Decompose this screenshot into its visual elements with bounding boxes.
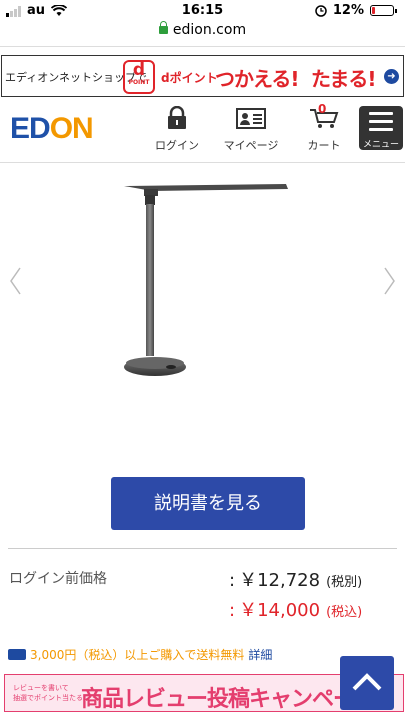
alarm-icon [315, 4, 327, 17]
mypage-link[interactable]: マイページ [220, 106, 282, 153]
banner-earn-text: たまる! [311, 67, 377, 91]
price-colon: : [229, 600, 236, 621]
status-right: 12% [315, 3, 397, 18]
status-bar: au 16:15 12% [0, 0, 405, 22]
back-to-top-button[interactable] [340, 656, 394, 710]
price-label: ログイン前価格 [9, 571, 107, 587]
cart-count: 0 [318, 102, 327, 116]
dpoint-logo-d: d [132, 60, 146, 80]
login-link[interactable]: ログイン [152, 105, 202, 153]
logo-ed: ED [10, 112, 51, 145]
lock-icon [158, 21, 168, 34]
price-ex-tax: ￥12,728 [239, 570, 321, 591]
shipping-text: 3,000円（税込）以上ご購入で送料無料 [30, 648, 245, 662]
truck-icon [8, 649, 26, 660]
banner-use-text: つかえる! [215, 67, 300, 91]
menu-button[interactable]: メニュー [359, 106, 403, 150]
menu-label: メニュー [362, 140, 399, 150]
dpoint-banner[interactable]: エディオンネットショップで d POINT dポイント つかえる! たまる! ➜ [1, 55, 404, 97]
mypage-card-icon [236, 108, 266, 129]
free-shipping-notice: 3,000円（税込）以上ご購入で送料無料 詳細 [8, 646, 272, 663]
view-manual-button[interactable]: 説明書を見る [111, 477, 305, 530]
login-label: ログイン [155, 139, 199, 152]
price-in-tax: ￥14,000 [239, 600, 321, 621]
arrow-up-icon [352, 673, 382, 691]
review-small-text: レビューを書いて 抽選でポイント当たる [13, 683, 83, 703]
price-in-tax-note: (税込) [326, 605, 363, 620]
review-small-line2: 抽選でポイント当たる [13, 694, 83, 702]
cart-link[interactable]: 0 カート [302, 102, 346, 153]
banner-dpoint-text: dポイント [161, 71, 218, 85]
product-image [124, 184, 288, 376]
dpoint-logo-text: POINT [128, 79, 150, 86]
header-divider [0, 162, 405, 163]
price-colon: : [229, 570, 236, 591]
price-ex-tax-row: : ￥12,728 (税別) [229, 566, 362, 592]
shipping-detail-link[interactable]: 詳細 [248, 648, 272, 662]
chevron-right-icon[interactable] [383, 266, 397, 296]
url-bar[interactable]: edion.com [0, 21, 405, 40]
url-divider [0, 46, 405, 47]
logo-on: ON [49, 112, 94, 145]
hamburger-icon [369, 112, 393, 136]
edion-logo[interactable]: EDON [10, 112, 94, 146]
battery-percent: 12% [332, 3, 364, 18]
review-big-text: 商品レビュー投稿キャンペーン [81, 687, 375, 712]
chevron-left-icon[interactable] [8, 266, 22, 296]
dpoint-logo: d POINT [123, 60, 155, 94]
price-in-tax-row: : ￥14,000 (税込) [229, 596, 362, 622]
price-ex-tax-note: (税別) [326, 575, 363, 590]
mypage-label: マイページ [223, 139, 279, 152]
arrow-right-icon: ➜ [384, 69, 399, 84]
url-text: edion.com [172, 22, 247, 38]
site-header: EDON ログイン マイページ 0 カート メニュー [0, 100, 405, 158]
battery-icon [370, 5, 394, 16]
review-small-line1: レビューを書いて [13, 684, 69, 692]
login-lock-icon [168, 105, 186, 129]
battery-tip [395, 8, 397, 13]
price-divider [8, 548, 397, 549]
cart-label: カート [307, 139, 341, 152]
